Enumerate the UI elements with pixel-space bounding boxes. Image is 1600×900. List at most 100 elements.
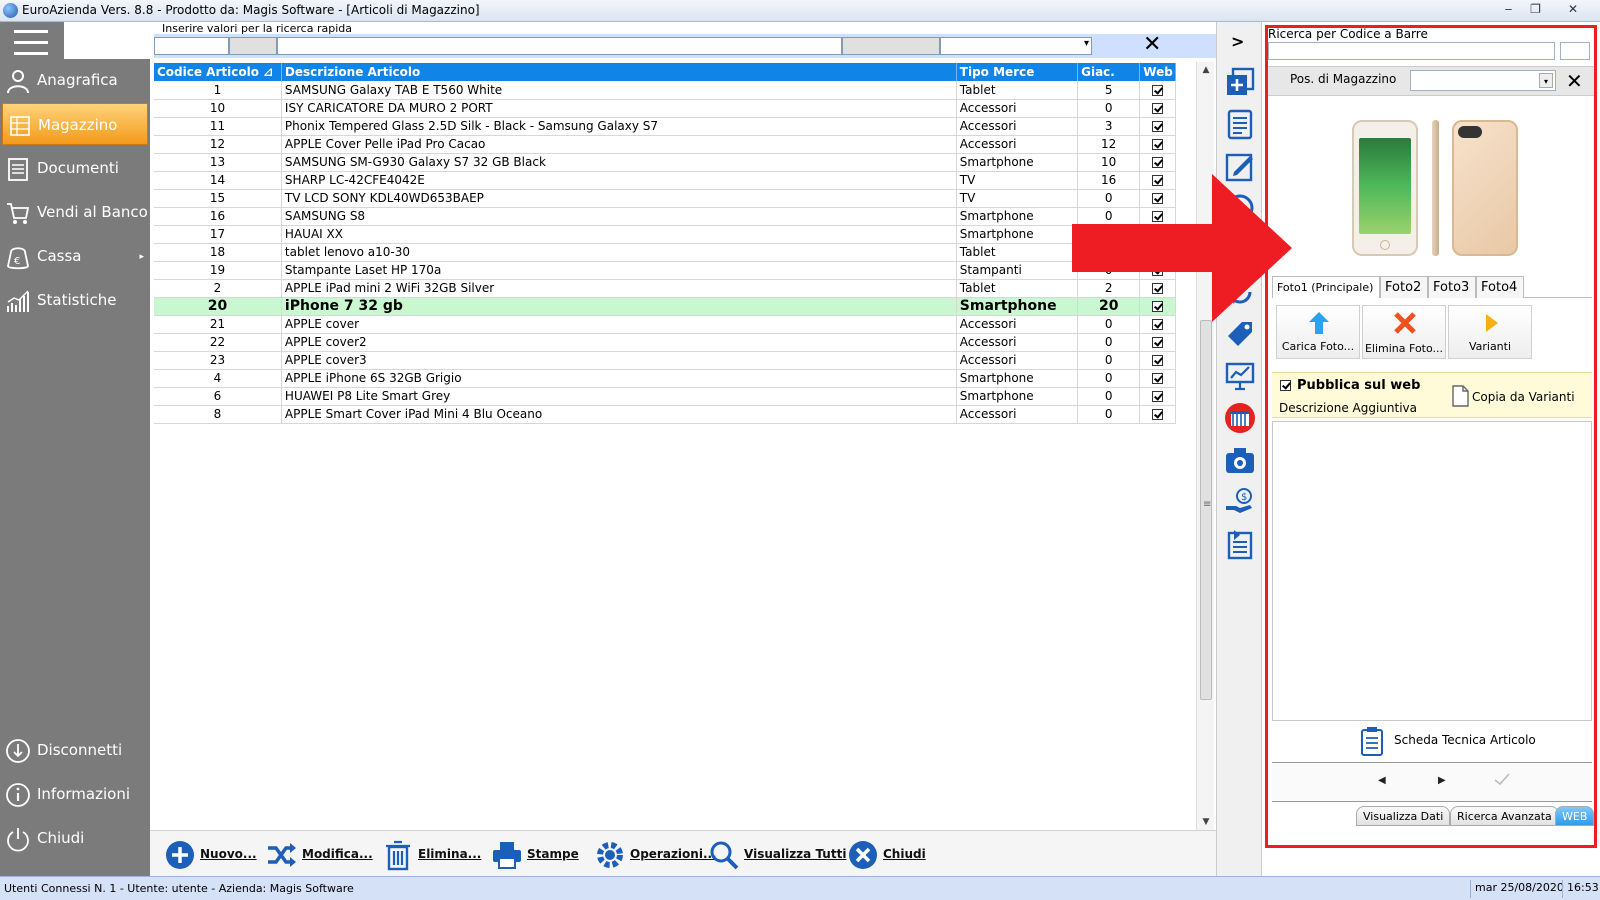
table-row[interactable]: 18tablet lenovo a10-30Tablet0	[154, 243, 1176, 262]
search-type-filter[interactable]	[842, 37, 940, 55]
table-row[interactable]: 10 ISY CARICATORE DA MURO 2 PORT Accessori…	[154, 99, 1176, 118]
tab-foto4[interactable]: Foto4	[1476, 276, 1524, 298]
expand-panel-button[interactable]: >	[1231, 32, 1244, 51]
clipboard-export-icon[interactable]	[1224, 528, 1256, 560]
next-record-button[interactable]: ▶	[1438, 775, 1446, 786]
camera-icon[interactable]	[1224, 444, 1256, 476]
view-all-button[interactable]: Visualizza Tutti	[708, 837, 846, 871]
web-checkbox[interactable]	[1152, 121, 1164, 132]
person-icon	[7, 70, 29, 94]
scroll-down-icon[interactable]: ▼	[1197, 814, 1215, 830]
maximize-button[interactable]: ❐	[1522, 0, 1549, 18]
edit-button[interactable]: Modifica...	[266, 837, 373, 871]
sidebar-item-disconnetti[interactable]: Disconnetti	[0, 729, 150, 771]
web-checkbox[interactable]	[1152, 355, 1164, 366]
cell-type: Accessori	[956, 351, 1079, 370]
table-row[interactable]: 12 APPLE Cover Pelle iPad Pro Cacao Access…	[154, 135, 1176, 154]
web-checkbox[interactable]	[1152, 373, 1164, 384]
new-button[interactable]: Nuovo...	[164, 837, 257, 871]
column-header-description[interactable]: Descrizione Articolo	[281, 63, 957, 81]
previous-record-button[interactable]: ◀	[1378, 775, 1386, 786]
sidebar-item-magazzino[interactable]: Magazzino	[2, 103, 148, 145]
table-row[interactable]: 13 SAMSUNG SM-G930 Galaxy S7 32 GB Black S…	[154, 153, 1176, 172]
tab-foto3[interactable]: Foto3	[1428, 276, 1476, 298]
delete-photo-button[interactable]: Elimina Foto...	[1362, 305, 1446, 359]
web-checkbox[interactable]	[1152, 409, 1164, 420]
sidebar-item-informazioni[interactable]: Informazioni	[0, 773, 150, 815]
confirm-check-icon[interactable]	[1494, 773, 1510, 785]
hamburger-menu-icon[interactable]	[14, 30, 48, 56]
cell-stock: 5	[1077, 81, 1141, 100]
variants-button[interactable]: Varianti	[1448, 305, 1532, 359]
tab-ricerca-avanzata[interactable]: Ricerca Avanzata	[1450, 806, 1559, 826]
copy-from-variants-button[interactable]: Copia da Varianti	[1450, 385, 1575, 407]
cell-description: APPLE iPhone 6S 32GB Grigio	[281, 369, 957, 388]
iphone-side-image	[1432, 120, 1439, 256]
scroll-up-icon[interactable]: ▲	[1197, 62, 1215, 78]
table-row[interactable]: 17HAUAI XXSmartphone0	[154, 225, 1176, 244]
print-button[interactable]: Stampe	[491, 837, 579, 871]
sidebar-item-statistiche[interactable]: Statistiche	[0, 279, 150, 321]
tab-foto2[interactable]: Foto2	[1380, 276, 1428, 298]
position-clear-button[interactable]: ✕	[1566, 69, 1583, 93]
presentation-chart-icon[interactable]	[1224, 360, 1256, 392]
search-code-input[interactable]	[154, 37, 229, 55]
search-type-select[interactable]: ▾	[940, 37, 1092, 55]
web-checkbox[interactable]	[1152, 103, 1164, 114]
table-row[interactable]: 11 Phonix Tempered Glass 2.5D Silk - Blac…	[154, 117, 1176, 136]
close-window-button[interactable]: ✕	[1552, 0, 1594, 18]
duplicate-add-icon[interactable]	[1224, 66, 1256, 98]
table-row[interactable]: 14 SHARP LC-42CFE4042E TV 16	[154, 171, 1176, 190]
column-header-type[interactable]: Tipo Merce	[956, 63, 1079, 81]
table-row[interactable]: 21 APPLE cover Accessori 0	[154, 315, 1176, 334]
cell-type: Tablet	[956, 81, 1079, 100]
table-row[interactable]: 8 APPLE Smart Cover iPad Mini 4 Blu Ocean…	[154, 405, 1176, 424]
search-description-input[interactable]	[277, 37, 842, 55]
hand-money-icon[interactable]: $	[1224, 486, 1256, 518]
sidebar-item-chiudi[interactable]: Chiudi	[0, 817, 150, 859]
delete-button[interactable]: Elimina...	[382, 837, 481, 871]
tab-visualizza-dati[interactable]: Visualizza Dati	[1356, 806, 1451, 826]
column-header-web[interactable]: Web	[1139, 63, 1176, 81]
web-checkbox[interactable]	[1152, 84, 1164, 96]
document-list-icon[interactable]	[1224, 108, 1256, 140]
table-row[interactable]: 23 APPLE cover3 Accessori 0	[154, 351, 1176, 370]
sidebar-item-cassa[interactable]: € Cassa ▸	[0, 235, 150, 277]
warehouse-position-select[interactable]: ▾	[1410, 70, 1556, 91]
web-checkbox[interactable]	[1152, 337, 1164, 348]
additional-description-textarea[interactable]	[1272, 421, 1592, 721]
sidebar-item-anagrafica[interactable]: Anagrafica	[0, 59, 150, 101]
sidebar-item-vendi-al-banco[interactable]: Vendi al Banco	[0, 191, 150, 233]
column-header-code[interactable]: Codice Articolo ⊿	[154, 63, 282, 81]
table-row[interactable]: 19Stampante Laset HP 170aStampanti0	[154, 261, 1176, 280]
technical-sheet-button[interactable]: Scheda Tecnica Articolo	[1360, 726, 1536, 756]
table-row[interactable]: 1 SAMSUNG Galaxy TAB E T560 White Tablet 5	[154, 81, 1176, 100]
web-checkbox[interactable]	[1152, 139, 1164, 150]
cart-icon	[7, 203, 30, 224]
chevron-down-icon: ▾	[1539, 73, 1553, 88]
price-tag-icon[interactable]	[1224, 318, 1256, 350]
tab-web[interactable]: WEB	[1555, 806, 1595, 826]
search-clear-button[interactable]: ✕	[1143, 34, 1161, 56]
table-row[interactable]: 16 SAMSUNG S8 Smartphone 0	[154, 207, 1176, 226]
table-row[interactable]: 2 APPLE iPad mini 2 WiFi 32GB Silver Table…	[154, 279, 1176, 298]
table-row[interactable]: 15 TV LCD SONY KDL40WD653BAEP TV 0	[154, 189, 1176, 208]
barcode-extra-input[interactable]	[1560, 42, 1590, 60]
view-tabs: Visualizza Dati Ricerca Avanzata WEB	[1272, 806, 1595, 828]
operations-button[interactable]: Operazioni...	[594, 837, 717, 871]
barcode-search-input[interactable]	[1268, 42, 1555, 60]
table-row[interactable]: 4 APPLE iPhone 6S 32GB Grigio Smartphone 0	[154, 369, 1176, 388]
table-row[interactable]: 6 HUAWEI P8 Lite Smart Grey Smartphone 0	[154, 387, 1176, 406]
table-row[interactable]: 22 APPLE cover2 Accessori 0	[154, 333, 1176, 352]
basket-icon[interactable]	[1224, 402, 1256, 434]
table-row[interactable]: 20 iPhone 7 32 gb Smartphone 20	[154, 297, 1176, 316]
sidebar-item-documenti[interactable]: Documenti	[0, 147, 150, 189]
minimize-button[interactable]: ‒	[1495, 0, 1522, 18]
web-checkbox[interactable]	[1152, 391, 1164, 402]
column-header-stock[interactable]: Giac.	[1077, 63, 1141, 81]
close-button[interactable]: Chiudi	[847, 837, 926, 871]
scroll-thumb[interactable]	[1200, 320, 1212, 700]
publish-checkbox[interactable]	[1280, 380, 1291, 391]
web-checkbox[interactable]	[1152, 157, 1164, 168]
search-code-filter[interactable]	[229, 37, 277, 55]
